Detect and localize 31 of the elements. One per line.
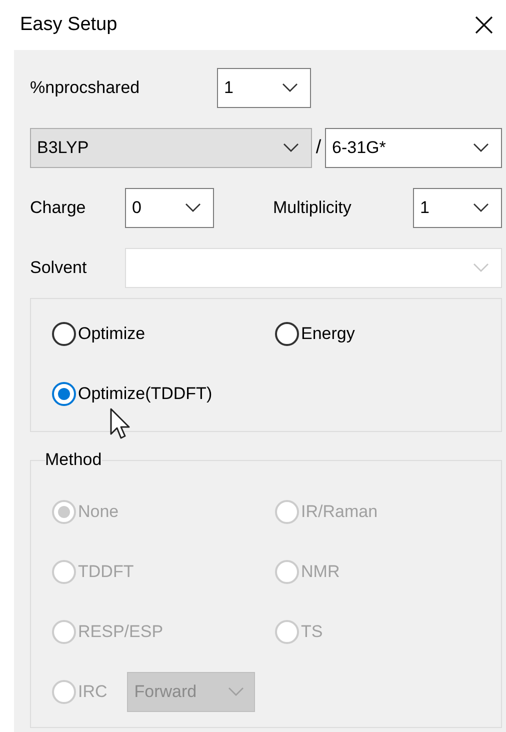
separator-slash: /	[314, 136, 322, 160]
radio-label: RESP/ESP	[78, 621, 164, 644]
chevron-down-icon	[473, 203, 489, 213]
solvent-label: Solvent	[30, 257, 88, 280]
chevron-down-icon	[282, 83, 298, 93]
radio-label: IRC	[78, 681, 108, 704]
window-title: Easy Setup	[20, 12, 118, 37]
multiplicity-dropdown[interactable]: 1	[413, 188, 502, 228]
nprocshared-label: %nprocshared	[30, 77, 141, 100]
charge-dropdown[interactable]: 0	[125, 188, 214, 228]
radio-label: Optimize(TDDFT)	[78, 383, 212, 406]
radio-button[interactable]	[275, 322, 299, 346]
chevron-down-icon	[283, 143, 299, 153]
radio-button[interactable]	[52, 322, 76, 346]
nprocshared-dropdown[interactable]: 1	[217, 68, 311, 108]
radio-label: None	[78, 501, 119, 524]
radio-label: IR/Raman	[301, 501, 378, 524]
multiplicity-label: Multiplicity	[273, 197, 352, 220]
radio-button[interactable]	[52, 382, 76, 406]
radio-label: NMR	[301, 561, 340, 584]
chevron-down-icon	[473, 263, 489, 273]
radio-label: TS	[301, 621, 323, 644]
functional-dropdown[interactable]: B3LYP	[30, 128, 312, 168]
radio-label: TDDFT	[78, 561, 134, 584]
chevron-down-icon	[185, 203, 201, 213]
charge-label: Charge	[30, 197, 87, 220]
radio-label: Optimize	[78, 323, 146, 346]
basis-set-dropdown[interactable]: 6-31G*	[325, 128, 502, 168]
chevron-down-icon	[473, 143, 489, 153]
chevron-down-icon	[228, 687, 244, 697]
radio-label: Energy	[301, 323, 355, 346]
